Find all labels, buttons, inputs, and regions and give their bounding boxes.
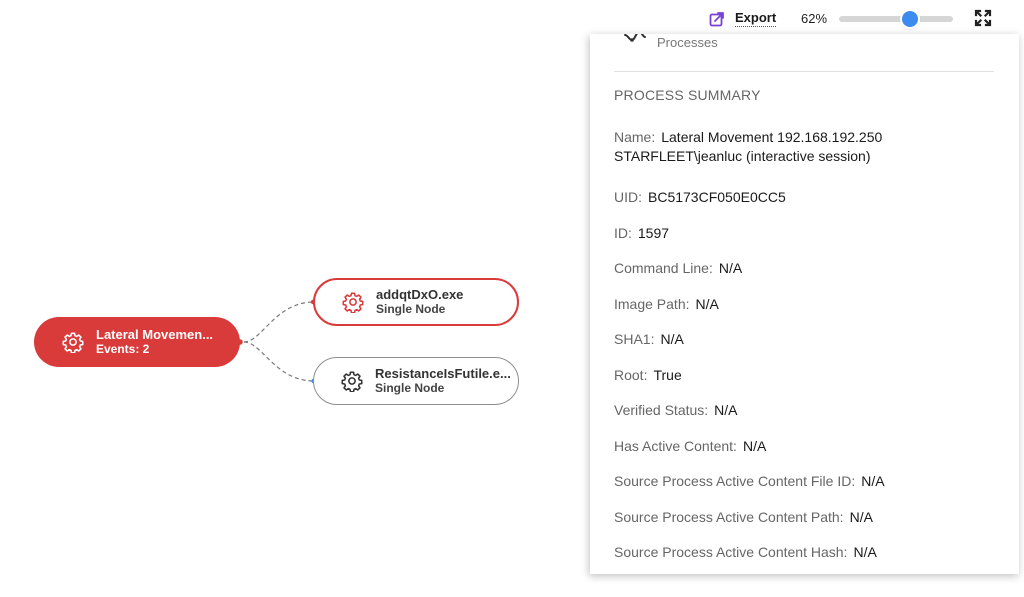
gear-icon [342,292,364,313]
fullscreen-icon[interactable] [974,9,992,27]
root-node-title: Lateral Movemen... [96,327,214,342]
child-node-addqtdxo[interactable]: addqtDxO.exe Single Node [313,278,519,326]
field-value: N/A [718,260,743,276]
field-value: N/A [695,295,719,312]
zoom-slider[interactable] [839,11,953,27]
field-label: Source Process Active Content Hash: [614,544,848,560]
zoom-slider-thumb[interactable] [901,11,918,27]
zoom-slider-track [839,16,953,22]
field-label: SHA1: [614,331,655,347]
field-uid: UID: BC5173CF050E0CC5 [614,188,914,224]
field-label: Source Process Active Content Path: [614,508,844,525]
processes-tab-label: Processes [657,35,718,50]
field-value: N/A [853,544,877,560]
field-id: ID: 1597 [614,224,914,260]
field-label: Command Line: [614,260,713,276]
field-label: ID: [614,224,632,241]
field-active-content-file-id: Source Process Active Content File ID: N/… [614,472,914,508]
edge-to-resistanceisfutile [243,341,315,382]
field-sha1: SHA1: N/A [614,330,914,366]
field-value: N/A [714,402,738,418]
field-root: Root: True [614,366,914,402]
processes-icon [624,34,646,42]
field-verified-status: Verified Status: N/A [614,401,914,437]
export-button[interactable]: Export [709,10,777,27]
field-label: Name: [614,129,656,145]
field-active-content-hash: Source Process Active Content Hash: N/A [614,543,914,574]
gear-icon [62,332,84,353]
field-has-active-content: Has Active Content: N/A [614,437,914,473]
child-node-text: ResistanceIsFutile.e... Single Node [375,366,511,396]
field-value: N/A [849,508,873,525]
field-image-path: Image Path: N/A [614,295,914,331]
child-node-title: addqtDxO.exe [376,287,464,302]
field-label: Source Process Active Content File ID: [614,473,856,489]
child-node-title: ResistanceIsFutile.e... [375,366,511,381]
field-label: Root: [614,366,648,383]
field-label: Image Path: [614,295,690,312]
field-value: BC5173CF050E0CC5 [648,189,786,205]
field-label: UID: [614,189,642,205]
child-node-resistanceisfutile[interactable]: ResistanceIsFutile.e... Single Node [313,357,519,405]
export-label: Export [735,10,777,27]
root-node-events: Events: 2 [96,342,150,356]
child-node-text: addqtDxO.exe Single Node [376,287,463,317]
field-value: N/A [660,331,684,347]
field-active-content-path: Source Process Active Content Path: N/A [614,508,914,544]
process-graph[interactable]: Lateral Movemen... Events: 2 addqtDxO.ex… [0,38,590,597]
field-value: N/A [742,437,767,454]
root-node-text: Lateral Movemen... Events: 2 [96,327,213,357]
field-name: Name: Lateral Movement 192.168.192.250 ST… [614,128,914,188]
zoom-level: 62% [801,11,828,26]
gear-icon [341,371,363,392]
process-details-panel: Processes PROCESS SUMMARY Name: Lateral M… [590,34,1019,574]
field-value: 1597 [637,224,670,241]
process-summary-heading: PROCESS SUMMARY [614,87,761,103]
child-node-subtitle: Single Node [375,381,445,395]
toolbar: Export 62% [700,0,1024,38]
panel-tab-processes[interactable]: Processes [614,34,994,72]
child-node-subtitle: Single Node [376,302,446,316]
field-label: Has Active Content: [614,437,737,454]
root-process-node[interactable]: Lateral Movemen... Events: 2 [34,317,240,367]
process-summary-fields: Name: Lateral Movement 192.168.192.250 ST… [614,128,914,574]
edge-to-addqtdxo [243,301,315,343]
export-icon [709,11,724,26]
field-value: N/A [861,473,885,489]
field-command-line: Command Line: N/A [614,259,914,295]
field-label: Verified Status: [614,402,709,418]
field-value: True [653,366,682,383]
